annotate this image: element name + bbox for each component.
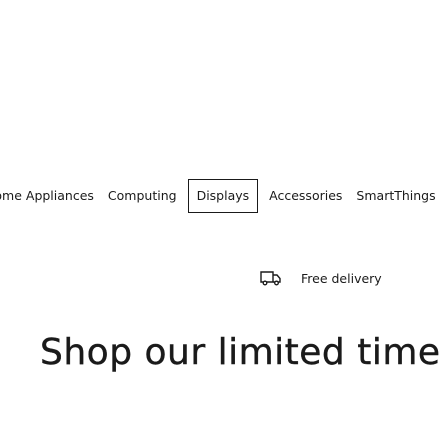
nav-item-accessories[interactable]: Accessories <box>262 179 349 213</box>
free-delivery-label: Free delivery <box>301 270 382 286</box>
nav-item-home-appliances[interactable]: Home Appliances <box>0 179 101 213</box>
category-nav: Home Appliances Computing Displays Acces… <box>0 179 443 213</box>
truck-icon <box>260 270 282 286</box>
nav-item-smartthings[interactable]: SmartThings <box>349 179 442 213</box>
promo-headline: Shop our limited time <box>40 332 441 373</box>
nav-item-computing[interactable]: Computing <box>101 179 184 213</box>
free-delivery-badge: Free delivery <box>260 270 382 286</box>
nav-item-displays[interactable]: Displays <box>187 179 259 213</box>
